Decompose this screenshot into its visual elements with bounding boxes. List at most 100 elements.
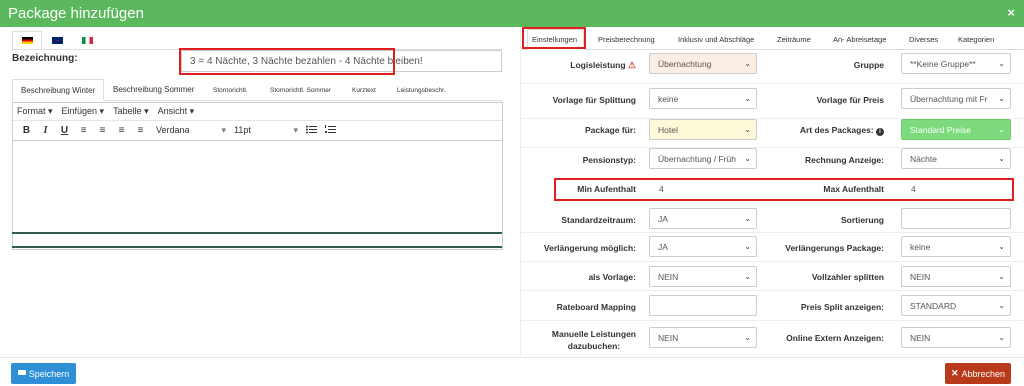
- tab-an-abreisetage[interactable]: An- Abreisetage: [833, 35, 886, 44]
- warning-icon: ⚠: [627, 60, 636, 70]
- tab-diverses[interactable]: Diverses: [909, 35, 938, 44]
- standardzeitraum-select[interactable]: JA ⌄: [649, 208, 757, 229]
- bold-button[interactable]: B: [17, 125, 36, 136]
- editor-content-area[interactable]: [13, 141, 502, 229]
- standardzeitraum-label: Standardzeitraum:: [561, 215, 636, 225]
- uk-flag-icon: [51, 36, 63, 44]
- online-extern-select[interactable]: NEIN ⌄: [901, 327, 1011, 348]
- pensionstyp-label: Pensionstyp:: [582, 155, 636, 165]
- verlaengerungs-package-select[interactable]: keine ⌄: [901, 236, 1011, 257]
- chevron-down-icon: ⌄: [744, 59, 751, 68]
- menu-ansicht[interactable]: Ansicht ▾: [158, 106, 195, 117]
- logisleistung-select[interactable]: Übernachtung ⌄: [649, 53, 757, 74]
- cancel-button[interactable]: ✕ Abbrechen: [945, 363, 1011, 384]
- save-button[interactable]: Speichern: [11, 363, 76, 384]
- manuelle-leistungen-label: Manuelle Leistungen dazubuchen:: [551, 329, 636, 351]
- editor-menubar: Format ▾ Einfügen ▾ Tabelle ▾ Ansicht ▾: [13, 103, 502, 121]
- gruppe-label: Gruppe: [853, 60, 884, 70]
- tab-preisberechnung[interactable]: Preisberechnung: [598, 35, 655, 44]
- chevron-down-icon: ⌄: [744, 214, 751, 223]
- rateboard-mapping-label: Rateboard Mapping: [556, 302, 636, 312]
- tab-beschreibung-winter[interactable]: Beschreibung Winter: [12, 79, 104, 101]
- rechnung-anzeige-select[interactable]: Nächte ⌄: [901, 148, 1011, 169]
- tab-lang-it[interactable]: [72, 31, 102, 49]
- verlaengerung-moeglich-select[interactable]: JA ⌄: [649, 236, 757, 257]
- underline-button[interactable]: U: [55, 125, 74, 136]
- chevron-down-icon: ⌄: [998, 301, 1005, 310]
- dialog-title-bar: Package hinzufügen ×: [0, 0, 1024, 27]
- tab-kurztext[interactable]: Kurztext: [352, 87, 376, 94]
- tab-lang-en[interactable]: [42, 31, 72, 49]
- art-package-label: Art des Packages: i: [800, 125, 884, 136]
- vorlage-preis-select[interactable]: Übernachtung mit Fr ⌄: [901, 88, 1011, 109]
- row-divider: [521, 320, 1024, 321]
- preis-split-select[interactable]: STANDARD ⌄: [901, 295, 1011, 316]
- chevron-down-icon: ⌄: [998, 154, 1005, 163]
- align-right-icon[interactable]: ≡: [112, 125, 131, 136]
- preis-split-label: Preis Split anzeigen:: [800, 302, 884, 312]
- chevron-down-icon: ⌄: [998, 242, 1005, 251]
- align-left-icon[interactable]: ≡: [74, 125, 93, 136]
- align-justify-icon[interactable]: ≡: [131, 125, 150, 136]
- package-fuer-select[interactable]: Hotel ⌄: [649, 119, 757, 140]
- tab-kategorien[interactable]: Kategorien: [958, 35, 994, 44]
- verlaengerung-moeglich-label: Verlängerung möglich:: [543, 243, 636, 253]
- italy-flag-icon: [81, 36, 93, 44]
- tab-beschreibung-sommer[interactable]: Beschreibung Sommer: [113, 85, 194, 94]
- vorlage-splittung-label: Vorlage für Splittung: [552, 95, 636, 105]
- sortierung-input[interactable]: [901, 208, 1011, 229]
- bullet-list-icon[interactable]: [302, 125, 321, 137]
- verlaengerungs-package-label: Verlängerungs Package:: [785, 243, 884, 253]
- settings-tabs: Einstellungen Preisberechnung Inklusiv u…: [521, 27, 1024, 50]
- menu-einfuegen[interactable]: Einfügen ▾: [62, 106, 105, 117]
- chevron-down-icon: ⌄: [998, 333, 1005, 342]
- row-divider: [521, 83, 1024, 84]
- chevron-down-icon: ⌄: [744, 333, 751, 342]
- rich-text-editor: Format ▾ Einfügen ▾ Tabelle ▾ Ansicht ▾ …: [12, 102, 503, 250]
- gruppe-select[interactable]: **Keine Gruppe** ⌄: [901, 53, 1011, 74]
- chevron-down-icon: ⌄: [744, 154, 751, 163]
- align-center-icon[interactable]: ≡: [93, 125, 112, 136]
- vorlage-preis-label: Vorlage für Preis: [816, 95, 884, 105]
- chevron-down-icon: ⌄: [744, 272, 751, 281]
- aufenthalt-highlight: [554, 178, 1014, 201]
- font-size-select[interactable]: 11pt ▾: [234, 125, 298, 136]
- chevron-down-icon: ⌄: [744, 242, 751, 251]
- divider-line: [12, 232, 502, 234]
- sortierung-label: Sortierung: [841, 215, 884, 225]
- close-icon: ✕: [950, 368, 959, 378]
- dialog-footer: Speichern ✕ Abbrechen: [0, 357, 1024, 386]
- tab-zeitraeume[interactable]: Zeiträume: [777, 35, 811, 44]
- tab-lang-de[interactable]: [12, 31, 42, 49]
- tab-inklusiv-abschlaege[interactable]: Inklusiv und Abschläge: [678, 35, 754, 44]
- rechnung-anzeige-label: Rechnung Anzeige:: [804, 155, 884, 165]
- language-tabs: [12, 31, 102, 49]
- close-icon[interactable]: ×: [1007, 5, 1015, 20]
- row-divider: [521, 290, 1024, 291]
- manuelle-leistungen-select[interactable]: NEIN ⌄: [649, 327, 757, 348]
- row-divider: [521, 232, 1024, 233]
- vollzahler-splitten-select[interactable]: NEIN ⌄: [901, 266, 1011, 287]
- bezeichnung-highlight: [179, 48, 395, 75]
- tab-stornorichtl-sommer[interactable]: Stornorichtl. Sommer: [270, 87, 331, 94]
- numbered-list-icon[interactable]: [321, 124, 340, 137]
- vorlage-splittung-select[interactable]: keine ⌄: [649, 88, 757, 109]
- menu-format[interactable]: Format ▾: [17, 106, 53, 117]
- vollzahler-splitten-label: Vollzahler splitten: [811, 272, 884, 282]
- italic-button[interactable]: I: [36, 125, 55, 136]
- floppy-disk-icon: [17, 369, 26, 378]
- font-family-value: Verdana: [156, 125, 190, 135]
- art-package-select[interactable]: Standard Preise ⌄: [901, 119, 1011, 140]
- tab-stornorichtl[interactable]: Stornorichtl.: [213, 87, 248, 94]
- left-panel: Bezeichnung: Beschreibung Winter Beschre…: [0, 27, 510, 357]
- font-family-select[interactable]: Verdana ▾: [156, 125, 226, 136]
- einstellungen-tab-highlight: [522, 27, 586, 49]
- editor-toolbar: B I U ≡ ≡ ≡ ≡ Verdana ▾ 11pt ▾: [13, 121, 502, 141]
- als-vorlage-select[interactable]: NEIN ⌄: [649, 266, 757, 287]
- pensionstyp-select[interactable]: Übernachtung / Früh ⌄: [649, 148, 757, 169]
- bezeichnung-label: Bezeichnung:: [12, 53, 78, 64]
- tab-leistungsbeschr[interactable]: Leistungsbeschr.: [397, 87, 446, 94]
- menu-tabelle[interactable]: Tabelle ▾: [113, 106, 149, 117]
- package-dialog: Package hinzufügen × Bezeichnung: Beschr…: [0, 0, 1024, 386]
- rateboard-mapping-input[interactable]: [649, 295, 757, 316]
